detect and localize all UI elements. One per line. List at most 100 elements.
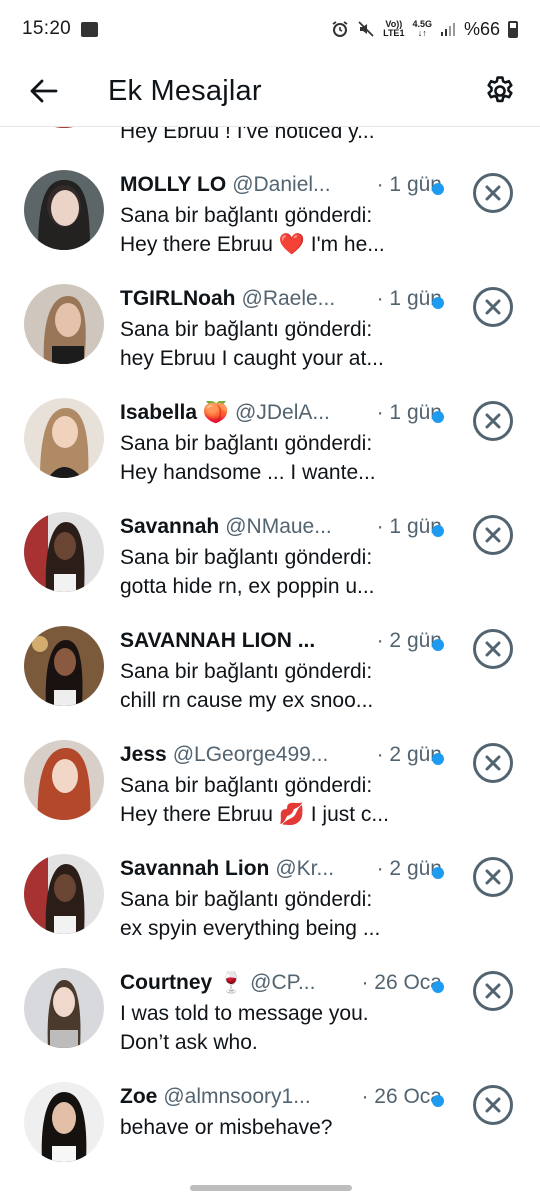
avatar[interactable]: [24, 398, 104, 478]
message-line-2: Don’t ask who.: [120, 1031, 258, 1054]
list-item[interactable]: Courtney 🍷 @CP... · 26 Oca I was told to…: [0, 961, 540, 1075]
list-item[interactable]: Savannah Lion @Kr... · 2 gün Sana bir ba…: [0, 847, 540, 961]
image-notification-icon: [81, 21, 99, 37]
sender-name: MOLLY LO: [120, 173, 227, 196]
unread-dot: [432, 183, 444, 195]
message-line-1: I was told to message you.: [120, 1002, 369, 1025]
app-bar: Ek Mesajlar: [0, 58, 540, 124]
page-title: Ek Mesajlar: [108, 74, 262, 107]
avatar[interactable]: [24, 968, 104, 1048]
sender-handle: @Raele...: [241, 287, 336, 310]
message-line-2: ex spyin everything being ...: [120, 917, 381, 940]
dismiss-button[interactable]: [473, 401, 513, 441]
sender-handle: @NMaue...: [225, 515, 332, 538]
unread-dot: [432, 867, 444, 879]
sender-name: Courtney 🍷: [120, 971, 245, 994]
signal-icon: [440, 23, 455, 36]
avatar: [24, 127, 104, 128]
list-item[interactable]: SAVANNAH LION ... · 2 gün Sana bir bağla…: [0, 619, 540, 733]
status-bar: 15:20 Vo)) LTE1 4.5G ↓↑ %66: [0, 0, 540, 58]
unread-dot: [432, 297, 444, 309]
message-time: · 26 Oca: [361, 1085, 442, 1108]
unread-dot: [432, 411, 444, 423]
sender-handle: @almnsoory1...: [163, 1085, 311, 1108]
close-icon: [485, 869, 501, 885]
status-icons: Vo)) LTE1 4.5G ↓↑ %66: [331, 19, 518, 40]
sender-name: Zoe: [120, 1085, 158, 1108]
close-icon: [485, 1097, 501, 1113]
list-item[interactable]: Zoe @almnsoory1... · 26 Oca behave or mi…: [0, 1075, 540, 1186]
message-line-2: Hey there Ebruu ❤️ I'm he...: [120, 233, 385, 256]
dismiss-button[interactable]: [473, 971, 513, 1011]
status-time: 15:20: [22, 18, 72, 39]
close-icon: [485, 983, 501, 999]
list-item[interactable]: Savannah @NMaue... · 1 gün Sana bir bağl…: [0, 505, 540, 619]
dismiss-button[interactable]: [473, 629, 513, 669]
alarm-icon: [332, 21, 348, 37]
arrow-left-icon: [30, 79, 58, 103]
sender-handle: @LGeorge499...: [172, 743, 329, 766]
avatar[interactable]: [24, 170, 104, 250]
sender-handle: @JDelA...: [235, 401, 330, 424]
battery-icon: [508, 20, 518, 38]
sender-name: SAVANNAH LION ...: [120, 629, 316, 652]
sender-name: Savannah Lion: [120, 857, 270, 880]
unread-dot: [432, 525, 444, 537]
dismiss-button[interactable]: [473, 857, 513, 897]
mute-icon: [358, 21, 374, 37]
message-line-1: Sana bir bağlantı gönderdi:: [120, 774, 373, 797]
dismiss-button[interactable]: [473, 173, 513, 213]
message-request-list[interactable]: Hey Ebruu ! I've noticed y... MOLLY LO @…: [0, 126, 540, 1186]
message-line-1: Sana bir bağlantı gönderdi:: [120, 660, 373, 683]
list-item[interactable]: TGIRLNoah @Raele... · 1 gün Sana bir bağ…: [0, 277, 540, 391]
list-item[interactable]: MOLLY LO @Daniel... · 1 gün Sana bir bağ…: [0, 163, 540, 277]
sender-name: TGIRLNoah: [120, 287, 236, 310]
message-line-1: behave or misbehave?: [120, 1116, 333, 1139]
message-line-1: Sana bir bağlantı gönderdi:: [120, 546, 373, 569]
gear-icon: [487, 76, 513, 103]
battery-percent: %66: [463, 18, 500, 39]
message-line-2: Hey handsome ... I wante...: [120, 461, 376, 484]
list-item[interactable]: Jess @LGeorge499... · 2 gün Sana bir bağ…: [0, 733, 540, 847]
close-icon: [485, 755, 501, 771]
message-line-1: Sana bir bağlantı gönderdi:: [120, 318, 373, 341]
message-time: · 26 Oca: [361, 971, 442, 994]
message-line-1: Sana bir bağlantı gönderdi:: [120, 432, 373, 455]
dismiss-button[interactable]: [473, 515, 513, 555]
sender-handle: @Daniel...: [232, 173, 331, 196]
settings-button[interactable]: [478, 69, 522, 113]
message-line-1: Sana bir bağlantı gönderdi:: [120, 204, 373, 227]
close-icon: [485, 299, 501, 315]
unread-dot: [432, 753, 444, 765]
close-icon: [485, 641, 501, 657]
network-type-indicator: 4.5G ↓↑: [412, 19, 432, 38]
sender-handle: @Kr...: [275, 857, 335, 880]
message-line-2: chill rn cause my ex snoo...: [120, 689, 374, 712]
message-line-2: hey Ebruu I caught your at...: [120, 347, 384, 370]
dismiss-button[interactable]: [473, 743, 513, 783]
volte-indicator: Vo)) LTE1: [383, 19, 405, 38]
message-line-2: Hey there Ebruu 💋 I just c...: [120, 803, 389, 826]
unread-dot: [432, 1095, 444, 1107]
avatar[interactable]: [24, 854, 104, 934]
list-item[interactable]: Isabella 🍑 @JDelA... · 1 gün Sana bir ba…: [0, 391, 540, 505]
close-icon: [485, 413, 501, 429]
unread-dot: [432, 639, 444, 651]
avatar[interactable]: [24, 1082, 104, 1162]
avatar[interactable]: [24, 284, 104, 364]
sender-name: Jess: [120, 743, 167, 766]
avatar[interactable]: [24, 512, 104, 592]
list-item-partial[interactable]: Hey Ebruu ! I've noticed y...: [0, 126, 540, 145]
message-line-1: Sana bir bağlantı gönderdi:: [120, 888, 373, 911]
dismiss-button[interactable]: [473, 1085, 513, 1125]
home-indicator[interactable]: [190, 1185, 352, 1191]
sender-handle: @CP...: [250, 971, 316, 994]
unread-dot: [432, 981, 444, 993]
avatar[interactable]: [24, 740, 104, 820]
dismiss-button[interactable]: [473, 287, 513, 327]
avatar[interactable]: [24, 626, 104, 706]
close-icon: [485, 185, 501, 201]
back-button[interactable]: [22, 69, 66, 113]
sender-name: Savannah: [120, 515, 220, 538]
message-preview: Hey Ebruu ! I've noticed y...: [120, 126, 375, 143]
